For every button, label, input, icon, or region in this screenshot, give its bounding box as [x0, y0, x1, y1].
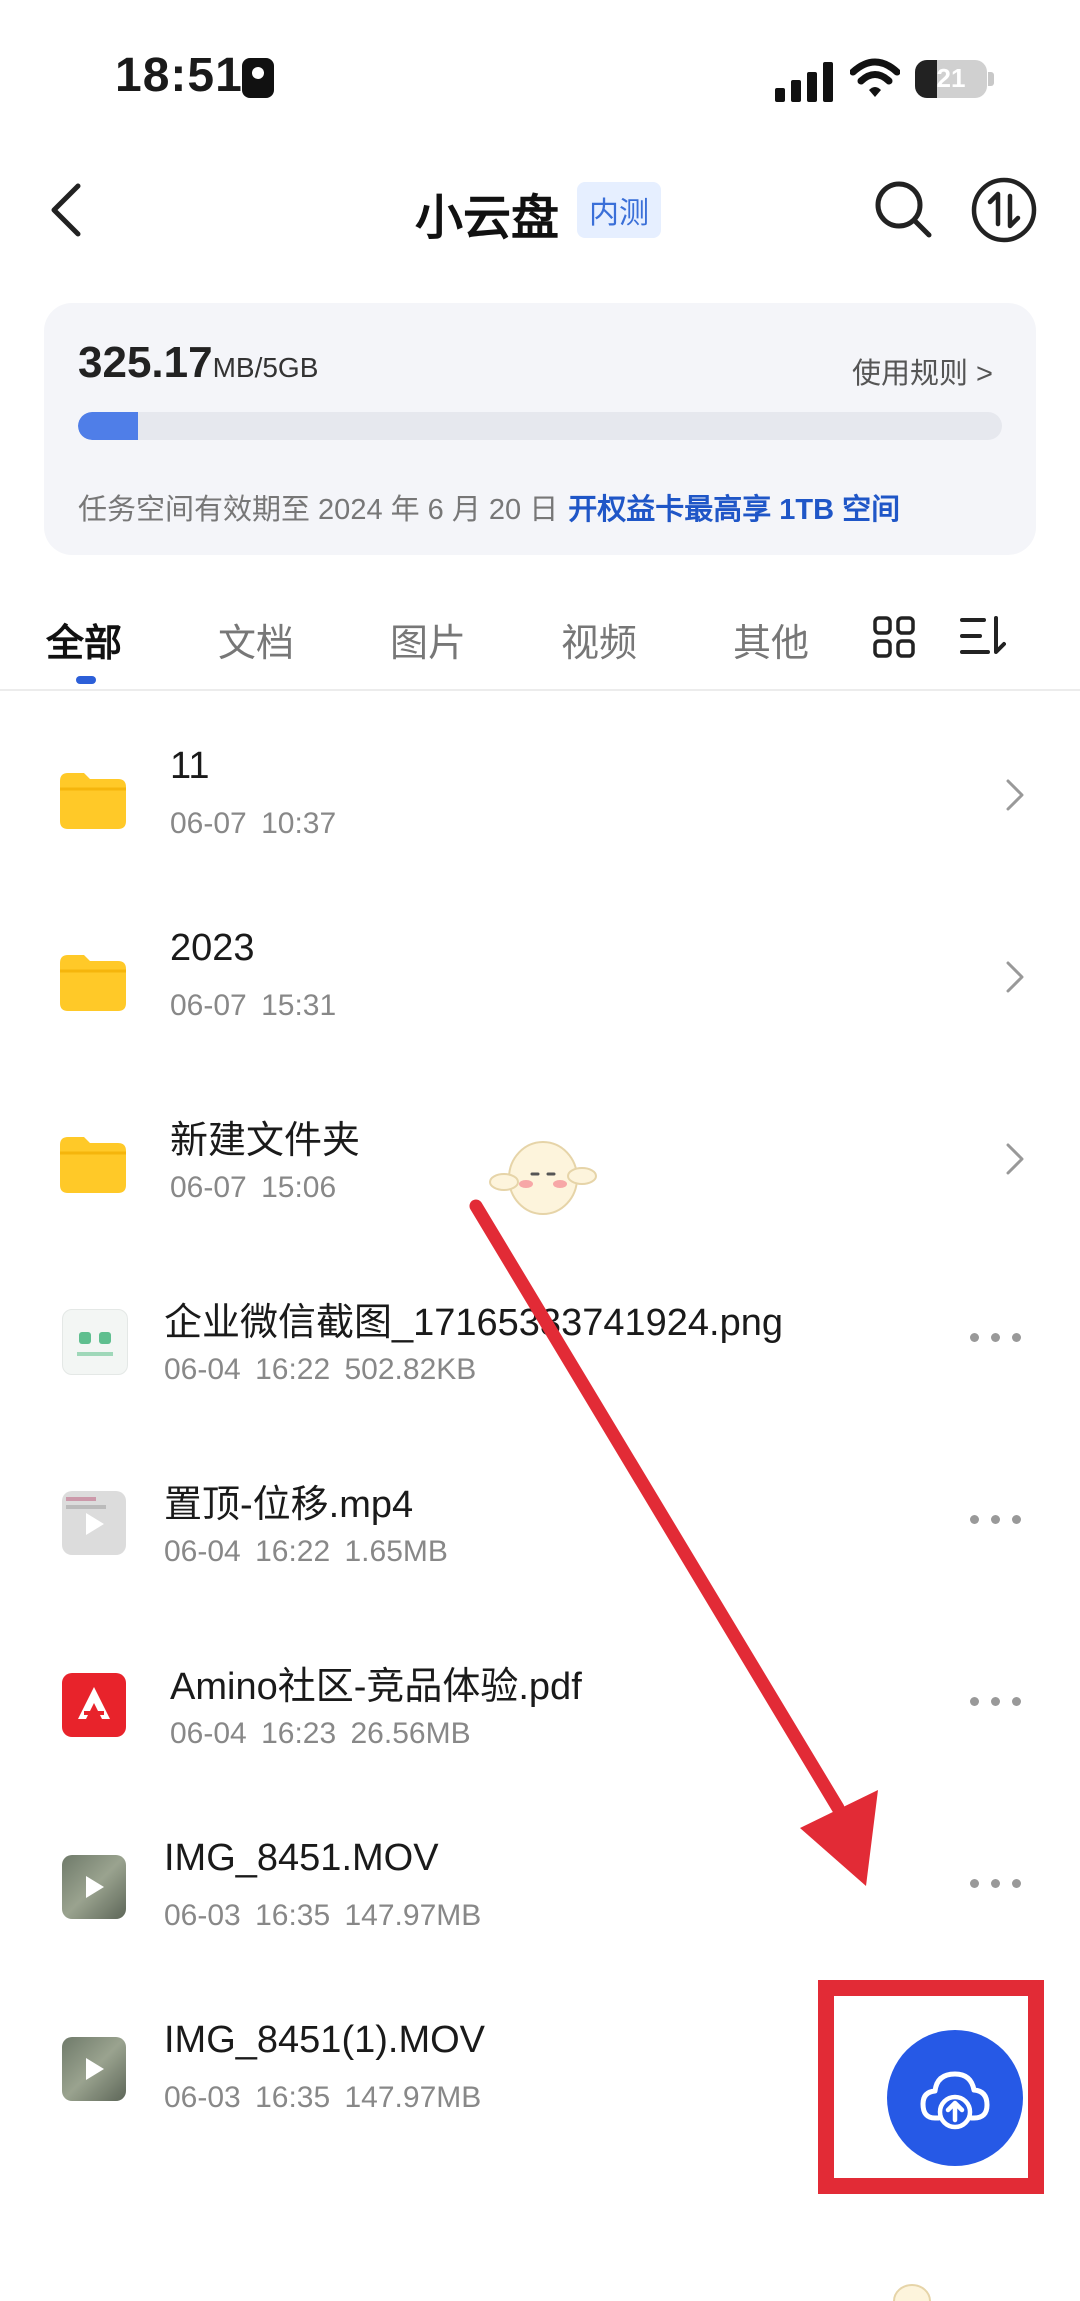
file-row[interactable]: Amino社区-竞品体验.pdf 06-04 16:23 26.56MB [0, 1633, 1080, 1815]
file-name: Amino社区-竞品体验.pdf [170, 1666, 582, 1708]
chevron-right-icon [1006, 961, 1024, 993]
chevron-left-icon[interactable] [40, 180, 100, 240]
file-time: 16:35 [255, 1899, 331, 1932]
file-time: 16:22 [255, 1353, 331, 1386]
file-size: 502.82KB [344, 1353, 477, 1386]
file-date: 06-04 [170, 1717, 247, 1750]
storage-used-unit: MB/5GB [212, 352, 319, 383]
storage-progress-bar [78, 412, 1002, 440]
file-meta: 06-04 16:22 1.65MB [164, 1535, 448, 1569]
chevron-right-icon [1006, 779, 1024, 811]
file-time: 10:37 [261, 807, 337, 840]
file-date: 06-03 [164, 2081, 241, 2114]
file-meta: 06-04 16:22 502.82KB [164, 1353, 476, 1387]
folder-row[interactable]: 11 06-07 10:37 [0, 723, 1080, 905]
folder-row[interactable]: 2023 06-07 15:31 [0, 905, 1080, 1087]
file-meta: 06-03 16:35 147.97MB [164, 1899, 481, 1933]
battery-level: 21 [936, 63, 966, 93]
tab-videos[interactable]: 视频 [561, 612, 637, 667]
chevron-right-icon [1006, 1143, 1024, 1175]
more-options-icon[interactable] [970, 1695, 1022, 1709]
page-title: 小云盘 [415, 192, 560, 245]
more-options-icon[interactable] [970, 1877, 1022, 1891]
tab-documents[interactable]: 文档 [218, 612, 294, 667]
sort-updown-icon[interactable] [970, 176, 1038, 244]
storage-expiry: 任务空间有效期至 2024 年 6 月 20 日开权益卡最高享 1TB 空间 [78, 486, 900, 528]
mascot-peek-icon [893, 2284, 931, 2301]
file-name: IMG_8451(1).MOV [164, 2019, 485, 2061]
file-meta: 06-07 15:06 [170, 1171, 336, 1205]
image-thumbnail [62, 1309, 128, 1375]
tab-images[interactable]: 图片 [390, 612, 466, 667]
tab-other[interactable]: 其他 [733, 612, 809, 667]
list-sort-icon[interactable] [958, 612, 1006, 660]
file-meta: 06-03 16:35 147.97MB [164, 2081, 481, 2115]
file-name: 置顶-位移.mp4 [164, 1484, 414, 1526]
file-name: 11 [170, 745, 210, 787]
benefit-card-link[interactable]: 开权益卡最高享 1TB 空间 [568, 494, 900, 526]
status-time: 18:51 [115, 49, 243, 102]
file-meta: 06-07 15:31 [170, 989, 336, 1023]
pdf-icon [62, 1673, 126, 1737]
file-row[interactable]: 置顶-位移.mp4 06-04 16:22 1.65MB [0, 1451, 1080, 1633]
file-size: 1.65MB [344, 1535, 448, 1568]
file-name: 2023 [170, 927, 255, 969]
file-meta: 06-04 16:23 26.56MB [170, 1717, 471, 1751]
more-options-icon[interactable] [970, 1513, 1022, 1527]
more-options-icon[interactable] [970, 1331, 1022, 1345]
expiry-text: 任务空间有效期至 2024 年 6 月 20 日 [78, 494, 559, 526]
file-time: 15:06 [261, 1171, 337, 1204]
tab-all[interactable]: 全部 [46, 612, 122, 667]
file-meta: 06-07 10:37 [170, 807, 336, 841]
file-time: 15:31 [261, 989, 337, 1022]
beta-badge: 内测 [577, 182, 661, 238]
file-size: 147.97MB [344, 2081, 482, 2114]
file-size: 147.97MB [344, 1899, 482, 1932]
annotation-highlight-box [818, 1980, 1044, 2194]
file-date: 06-04 [164, 1535, 241, 1568]
file-date: 06-03 [164, 1899, 241, 1932]
file-time: 16:23 [261, 1717, 337, 1750]
contact-card-icon [242, 58, 274, 98]
usage-rules-link[interactable]: 使用规则 > [852, 350, 993, 392]
folder-icon [60, 773, 126, 829]
tab-divider [0, 689, 1080, 691]
video-thumbnail [62, 1855, 126, 1919]
file-name: 新建文件夹 [170, 1120, 361, 1162]
storage-progress-fill [78, 412, 139, 440]
storage-used-value: 325.17 [78, 338, 213, 387]
file-size: 26.56MB [350, 1717, 471, 1750]
wifi-icon [850, 58, 900, 97]
file-date: 06-07 [170, 1171, 247, 1204]
battery-icon: 21 [915, 60, 987, 98]
active-tab-indicator [76, 676, 96, 684]
file-time: 16:22 [255, 1535, 331, 1568]
file-date: 06-07 [170, 989, 247, 1022]
folder-icon [60, 1137, 126, 1193]
folder-icon [60, 955, 126, 1011]
file-date: 06-07 [170, 807, 247, 840]
storage-usage: 325.17MB/5GB [78, 338, 318, 388]
file-name: 企业微信截图_17165333741924.png [164, 1302, 783, 1344]
mascot-sticker-icon [489, 1141, 597, 1215]
file-row[interactable]: IMG_8451.MOV 06-03 16:35 147.97MB [0, 1815, 1080, 1997]
battery-tip [988, 72, 994, 86]
search-icon[interactable] [872, 178, 934, 240]
cellular-signal-icon [775, 62, 833, 102]
grid-view-icon[interactable] [872, 615, 916, 659]
video-thumbnail [62, 1491, 126, 1555]
file-row[interactable]: 企业微信截图_17165333741924.png 06-04 16:22 50… [0, 1269, 1080, 1451]
file-time: 16:35 [255, 2081, 331, 2114]
file-date: 06-04 [164, 1353, 241, 1386]
file-name: IMG_8451.MOV [164, 1837, 439, 1879]
video-thumbnail [62, 2037, 126, 2101]
